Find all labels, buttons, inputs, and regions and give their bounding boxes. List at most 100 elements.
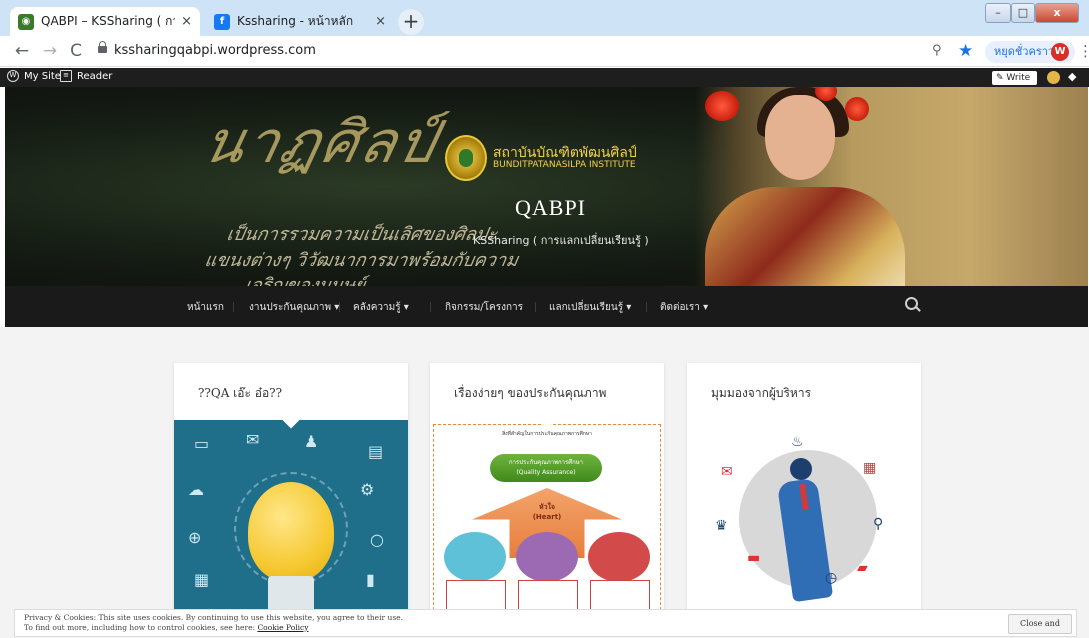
lightbulb-small-icon: ♨ (791, 434, 804, 450)
nav-item-home[interactable]: หน้าแรก (187, 300, 224, 315)
reader-link[interactable]: ≡ Reader (60, 70, 112, 82)
cookie-banner: Privacy & Cookies: This site uses cookie… (14, 609, 1077, 638)
institute-name-english: BUNDITPATANASILPA INSTITUTE (493, 160, 636, 170)
address-bar[interactable]: kssharingqabpi.wordpress.com (114, 43, 316, 58)
write-label: Write (1006, 73, 1031, 83)
envelope-icon: ✉ (721, 464, 733, 480)
lock-icon[interactable] (98, 41, 107, 56)
browser-toolbar: ← → C kssharingqabpi.wordpress.com ⚲ ★ ห… (0, 36, 1089, 67)
maximize-button[interactable]: □ (1011, 3, 1035, 23)
nav-item-activities[interactable]: กิจกรรม/โครงการ (445, 300, 523, 315)
post-title[interactable]: ??QA เอ๊ะ อ๋อ?? (198, 384, 282, 403)
menu-kebab-icon[interactable]: ⋮ (1078, 42, 1089, 60)
clock-icon: ◷ (825, 570, 838, 586)
oval-blue (444, 532, 506, 582)
costume-shape (705, 187, 905, 286)
post-card[interactable]: มุมมองจากผู้บริหาร ✉ ♛ ▬ ▦ ⚲ ▰ ♨ ◷ (687, 363, 921, 623)
tab-strip: ◉ QABPI – KSSharing ( การแลกเปลี่ × f Ks… (0, 0, 1089, 36)
tab-title: QABPI – KSSharing ( การแลกเปลี่ (41, 14, 175, 28)
avatar: W (1051, 43, 1069, 61)
heart-english: (Heart) (532, 513, 562, 521)
heart-thai: หัวใจ (538, 503, 556, 511)
magnifier-icon: ⚲ (873, 516, 884, 532)
site-title[interactable]: QABPI (515, 195, 586, 221)
back-icon[interactable]: ← (12, 41, 32, 61)
tab-kssharing[interactable]: f Kssharing - หน้าหลัก × (206, 7, 394, 36)
nav-item-quality-assurance[interactable]: งานประกันคุณภาพ ▾ (249, 300, 339, 315)
nav-divider (339, 302, 340, 312)
trophy-icon: ♛ (715, 518, 728, 534)
cookie-text-more: To find out more, including how to contr… (24, 623, 308, 632)
chat-icon: ▬ (747, 550, 761, 566)
cookie-text: Privacy & Cookies: This site uses cookie… (24, 613, 403, 622)
qa-pill-english: (Quality Assurance) (516, 469, 576, 476)
diagram-box (518, 580, 578, 612)
my-site-link[interactable]: W My Site (7, 70, 61, 82)
post-title[interactable]: มุมมองจากผู้บริหาร (711, 384, 811, 403)
notifications-icon[interactable]: ◆ (1068, 70, 1076, 83)
refresh-icon: ○ (370, 530, 384, 549)
close-tab-icon[interactable]: × (375, 14, 386, 29)
wp-admin-bar: W My Site ≡ Reader ✎ Write ◆ (0, 68, 1089, 87)
reader-label: Reader (77, 70, 113, 82)
zoom-icon[interactable]: ⚲ (932, 43, 942, 58)
people-icon: ♟ (304, 432, 319, 451)
gear-icon: ⚙ (360, 480, 375, 499)
oval-purple (516, 532, 578, 582)
diagram-box (446, 580, 506, 612)
close-window-button[interactable]: x (1035, 3, 1079, 23)
banner-script-text: นาฏศิลป์ (197, 108, 445, 176)
post-card[interactable]: เรื่องง่ายๆ ของประกันคุณภาพ สิ่งที่สำคัญ… (430, 363, 664, 623)
institute-seal-logo[interactable] (445, 135, 487, 181)
heart-label: หัวใจ (Heart) (430, 502, 664, 521)
mail-icon: ✉ (246, 430, 260, 449)
post-card[interactable]: ??QA เอ๊ะ อ๋อ?? ▭ ✉ ♟ ▤ ☁ ⚙ ⊕ ○ ▦ ▮ (174, 363, 408, 623)
profile-status-label: หยุดชั่วคราว (994, 45, 1055, 58)
browser-window: ◉ QABPI – KSSharing ( การแลกเปลี่ × f Ks… (0, 0, 1089, 638)
site-tagline: KSSharing ( การแลกเปลี่ยนเรียนรู้ ) (473, 234, 649, 247)
gravatar-avatar[interactable] (1047, 71, 1060, 84)
bookmark-star-icon[interactable]: ★ (958, 41, 973, 61)
tab-title: Kssharing - หน้าหลัก (237, 14, 354, 28)
reload-icon[interactable]: C (66, 41, 86, 61)
nav-divider (535, 302, 536, 312)
nav-item-knowledge-sharing[interactable]: แลกเปลี่ยนเรียนรู้ ▾ (549, 300, 631, 315)
wordpress-icon: W (7, 70, 19, 82)
nav-item-knowledge[interactable]: คลังความรู้ ▾ (353, 300, 409, 315)
qa-pill-thai: การประกันคุณภาพการศึกษา (508, 459, 584, 466)
calendar-icon: ▦ (863, 460, 877, 476)
diagram-heading: สิ่งที่สำคัญในการประกันคุณภาพการศึกษา (502, 431, 592, 437)
minimize-button[interactable]: – (985, 3, 1011, 23)
flower-icon (705, 91, 739, 121)
flower-icon (845, 97, 869, 121)
diagram-box (590, 580, 650, 612)
header-banner: นาฏศิลป์ เป็นการรวมความเป็นเลิศของศิลปะ … (5, 87, 1088, 286)
search-icon[interactable] (903, 296, 921, 314)
nav-divider (430, 302, 431, 312)
close-tab-icon[interactable]: × (181, 14, 192, 29)
qa-pill: การประกันคุณภาพการศึกษา (Quality Assuran… (490, 454, 602, 482)
businessman-head (790, 458, 812, 480)
new-tab-button[interactable]: + (398, 9, 424, 35)
lightbulb-illustration[interactable]: ▭ ✉ ♟ ▤ ☁ ⚙ ⊕ ○ ▦ ▮ (174, 420, 408, 623)
forward-icon[interactable]: → (40, 41, 60, 61)
post-title[interactable]: เรื่องง่ายๆ ของประกันคุณภาพ (454, 384, 606, 403)
cloud-icon: ☁ (188, 480, 204, 499)
face-shape (765, 95, 835, 180)
briefcase-icon: ▰ (857, 560, 868, 576)
bar-chart-icon: ▮ (366, 570, 375, 589)
tab-qabpi[interactable]: ◉ QABPI – KSSharing ( การแลกเปลี่ × (10, 7, 200, 36)
close-and-accept-button[interactable]: Close and accept (1008, 614, 1072, 638)
document-icon: ▤ (368, 442, 384, 461)
profile-button[interactable]: หยุดชั่วคราว W (985, 41, 1075, 63)
write-button[interactable]: ✎ Write (992, 71, 1037, 85)
nav-divider (646, 302, 647, 312)
lightbulb-icon (248, 482, 334, 582)
nav-divider (233, 302, 234, 312)
banner-line-1: เป็นการรวมความเป็นเลิศของศิลปะ (224, 224, 499, 245)
cookie-policy-link[interactable]: Cookie Policy (257, 623, 308, 632)
reader-icon: ≡ (60, 70, 72, 82)
executive-illustration[interactable]: ✉ ♛ ▬ ▦ ⚲ ▰ ♨ ◷ (687, 420, 921, 623)
qa-diagram-illustration[interactable]: สิ่งที่สำคัญในการประกันคุณภาพการศึกษา กา… (430, 420, 664, 623)
nav-item-contact[interactable]: ติดต่อเรา ▾ (660, 300, 708, 315)
